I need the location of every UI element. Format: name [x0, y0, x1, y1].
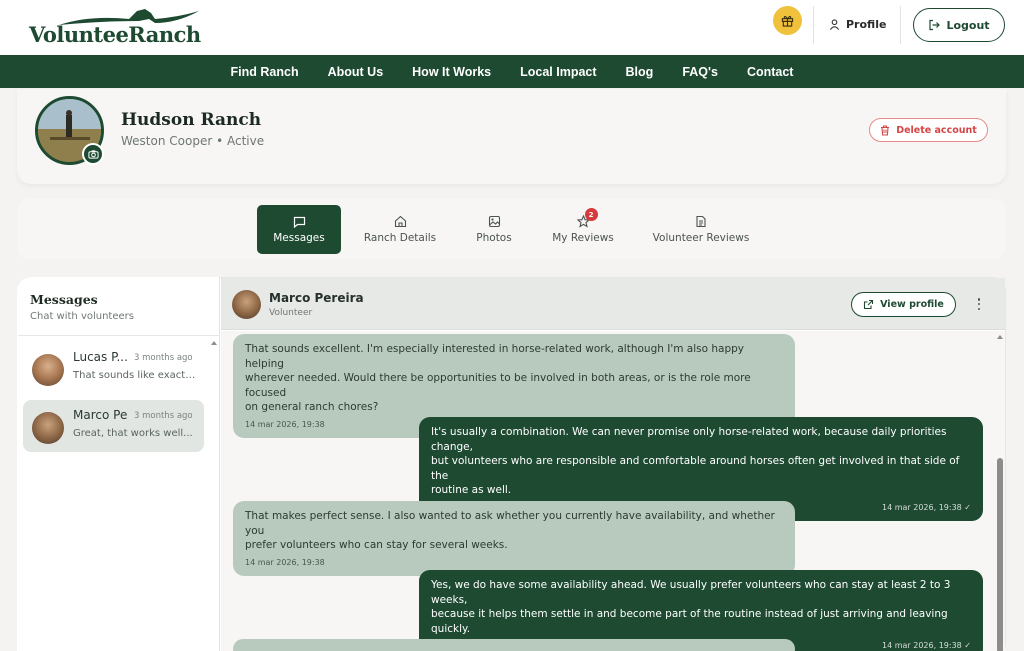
- view-profile-button[interactable]: View profile: [851, 292, 956, 317]
- tab-label: Volunteer Reviews: [652, 232, 750, 244]
- conversation-sidebar: [17, 277, 220, 651]
- message-line: Yes, we do have some availability ahead.…: [431, 579, 951, 606]
- tab-volunteer-reviews[interactable]: Volunteer Reviews: [645, 205, 757, 254]
- user-icon: [829, 19, 840, 30]
- view-profile-label: View profile: [880, 299, 944, 310]
- camera-icon: [87, 150, 99, 159]
- nav-find-ranch[interactable]: Find Ranch: [216, 65, 313, 79]
- tab-label: Messages: [273, 231, 325, 244]
- message-line: That makes perfect sense. I also wanted …: [245, 510, 775, 537]
- tab-label: Ranch Details: [363, 232, 437, 244]
- message-line: routine as well.: [431, 484, 512, 496]
- tab-my-reviews[interactable]: 2 My Reviews: [544, 205, 622, 254]
- ranch-owner-status: Weston Cooper • Active: [121, 134, 265, 148]
- nav-contact[interactable]: Contact: [732, 65, 808, 79]
- message-line: prefer volunteers who can stay for sever…: [245, 539, 508, 551]
- nav-how-it-works[interactable]: How It Works: [398, 65, 506, 79]
- image-icon: [488, 215, 500, 228]
- nav-local-impact[interactable]: Local Impact: [506, 65, 611, 79]
- conversation-item[interactable]: Lucas P... 3 months ago That sounds like…: [23, 342, 204, 394]
- nav-blog[interactable]: Blog: [611, 65, 668, 79]
- chat-avatar: [232, 290, 261, 319]
- tab-messages[interactable]: Messages: [257, 205, 341, 254]
- message-line: That sounds excellent. I'm especially in…: [245, 343, 744, 370]
- message-line: on general ranch chores?: [245, 401, 379, 413]
- conversation-name: Marco Pe: [73, 408, 128, 422]
- message-line: but volunteers who are responsible and c…: [431, 455, 960, 482]
- message-line: It's usually a combination. We can never…: [431, 426, 947, 453]
- chat-contact-role: Volunteer: [269, 308, 313, 318]
- external-link-icon: [864, 299, 874, 310]
- delete-account-button[interactable]: Delete account: [869, 118, 988, 142]
- trash-icon: [881, 124, 890, 136]
- logout-button[interactable]: Logout: [913, 8, 1005, 42]
- conversation-preview: Great, that works well...: [73, 428, 193, 439]
- chat-messages: That sounds excellent. I'm especially in…: [221, 331, 1005, 651]
- chat-contact-name: Marco Pereira: [269, 291, 364, 305]
- star-icon-wrap: 2: [576, 208, 598, 228]
- main-nav: Find Ranch About Us How It Works Local I…: [0, 55, 1024, 88]
- message-timestamp: 14 mar 2026, 19:38: [245, 557, 325, 567]
- tab-photos[interactable]: Photos: [463, 205, 525, 254]
- message-line: wherever needed. Would there be opportun…: [245, 372, 751, 399]
- logout-icon: [929, 19, 941, 31]
- message-incoming: That makes perfect sense. I also wanted …: [233, 501, 795, 576]
- chat-icon: [293, 216, 305, 228]
- conversation-time: 3 months ago: [134, 353, 193, 363]
- tab-ranch-details[interactable]: Ranch Details: [354, 205, 446, 254]
- avatar: [32, 412, 64, 444]
- gift-button[interactable]: [773, 6, 802, 35]
- conversation-name: Lucas P...: [73, 350, 128, 364]
- header-divider: [813, 6, 814, 44]
- logo-text: VolunteeRanch: [29, 22, 201, 47]
- tab-label: Photos: [476, 232, 512, 244]
- more-options-icon[interactable]: [973, 296, 985, 312]
- profile-label: Profile: [846, 18, 887, 31]
- profile-link[interactable]: Profile: [829, 18, 886, 31]
- chat-scrollbar-thumb[interactable]: [997, 458, 1003, 651]
- sidebar-title: Messages: [30, 292, 98, 307]
- conversation-item-selected[interactable]: Marco Pe 3 months ago Great, that works …: [23, 400, 204, 452]
- ranch-name: Hudson Ranch: [121, 110, 262, 130]
- document-icon: [696, 215, 706, 228]
- reviews-count-badge: 2: [584, 208, 598, 221]
- scroll-up-arrow-icon[interactable]: [210, 339, 218, 347]
- message-incoming-partial: [233, 639, 795, 651]
- change-photo-button[interactable]: [82, 143, 104, 165]
- divider: [18, 335, 220, 336]
- avatar: [32, 354, 64, 386]
- dashboard-tabs: Messages Ranch Details Photos 2 My Revie…: [17, 199, 1006, 259]
- message-line: because it helps them settle in and beco…: [431, 608, 948, 635]
- home-icon: [394, 215, 406, 228]
- logout-label: Logout: [946, 18, 990, 32]
- volunteeranch-logo[interactable]: VolunteeRanch: [29, 5, 209, 49]
- tab-label: My Reviews: [552, 232, 614, 244]
- conversation-time: 3 months ago: [134, 411, 193, 421]
- nav-faqs[interactable]: FAQ's: [668, 65, 733, 79]
- header-divider: [900, 6, 901, 44]
- gift-icon: [781, 15, 794, 27]
- sidebar-subtitle: Chat with volunteers: [30, 311, 134, 322]
- delete-account-label: Delete account: [896, 124, 977, 136]
- nav-about-us[interactable]: About Us: [313, 65, 398, 79]
- conversation-preview: That sounds like exactl...: [73, 370, 197, 381]
- scroll-up-arrow-icon[interactable]: [996, 333, 1004, 341]
